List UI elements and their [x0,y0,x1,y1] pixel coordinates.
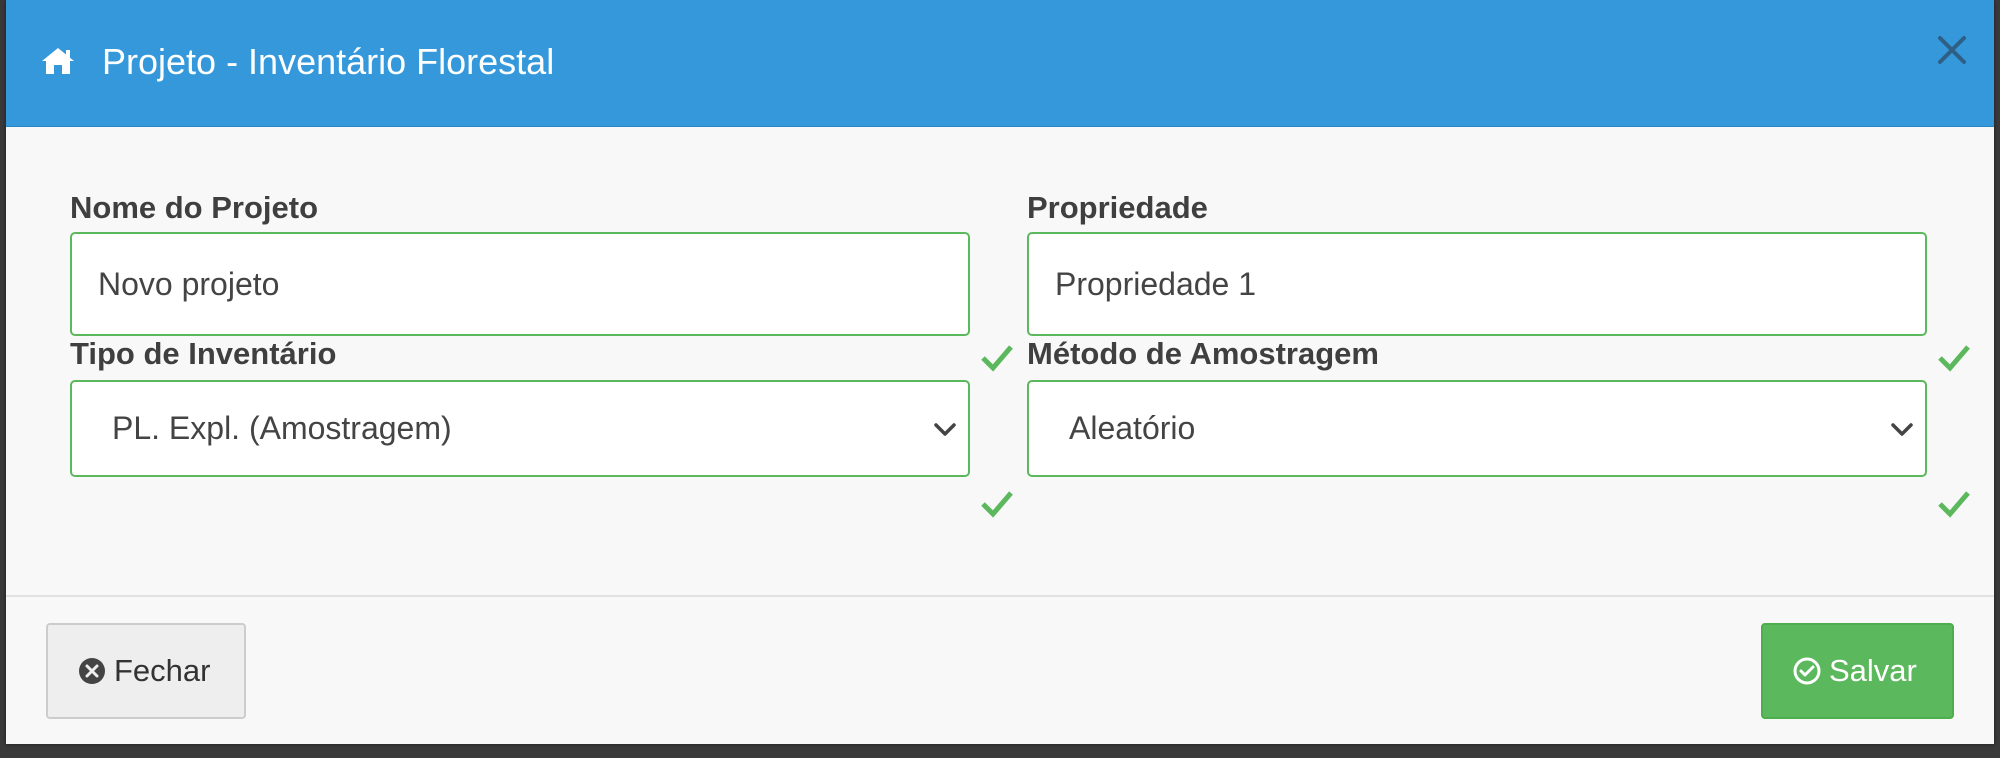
inventory-type-label: Tipo de Inventário [70,336,337,371]
chevron-down-icon [934,423,956,436]
modal-title: Projeto - Inventário Florestal [102,41,555,82]
save-button-label: Salvar [1829,653,1917,688]
property-input[interactable]: Propriedade 1 [1027,232,1927,336]
modal-body: Nome do Projeto Novo projeto Propriedade… [6,127,1994,595]
project-modal: Projeto - Inventário Florestal Nome do P… [6,0,1994,744]
close-button-label: Fechar [114,653,211,688]
close-modal-button[interactable]: Fechar [46,623,246,719]
property-value: Propriedade 1 [1055,265,1257,302]
property-group: Propriedade Propriedade 1 [1027,190,1987,372]
modal-footer: Fechar Salvar [6,595,1994,744]
check-circle-icon [1793,657,1821,685]
property-label: Propriedade [1027,190,1208,225]
sampling-method-value: Aleatório [1069,410,1196,446]
project-name-input[interactable]: Novo projeto [70,232,970,336]
project-name-value: Novo projeto [98,265,280,302]
inventory-type-select[interactable]: PL. Expl. (Amostragem) [70,380,970,477]
sampling-method-label: Método de Amostragem [1027,336,1379,371]
inventory-type-group: Tipo de Inventário PL. Expl. (Amostragem… [70,336,1030,518]
save-button[interactable]: Salvar [1761,623,1954,719]
sampling-method-select[interactable]: Aleatório [1027,380,1927,477]
close-icon [1938,36,1966,64]
check-icon [981,491,1013,518]
home-icon [40,46,76,76]
inventory-type-value: PL. Expl. (Amostragem) [112,410,452,446]
close-button[interactable] [1930,28,1974,72]
chevron-down-icon [1891,423,1913,436]
project-name-label: Nome do Projeto [70,190,319,225]
sampling-method-group: Método de Amostragem Aleatório [1027,336,1987,518]
modal-header: Projeto - Inventário Florestal [6,0,1994,127]
project-name-group: Nome do Projeto Novo projeto [70,190,1030,372]
times-circle-icon [79,658,105,684]
check-icon [1938,491,1970,518]
